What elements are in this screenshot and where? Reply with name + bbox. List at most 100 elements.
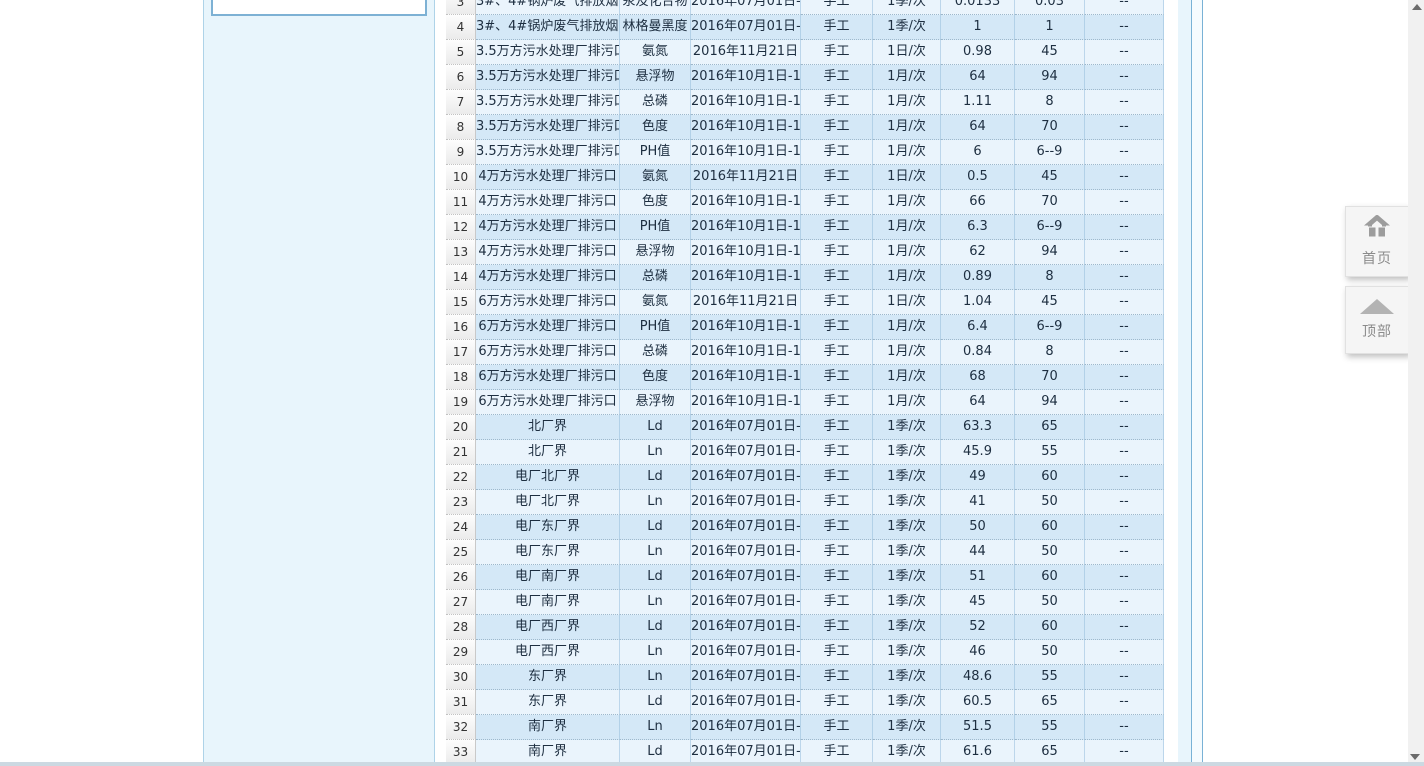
monitor-frequency-cell: 1季/次 bbox=[873, 540, 941, 565]
monitor-limit-cell: 6--9 bbox=[1015, 215, 1085, 240]
monitor-limit-cell: 94 bbox=[1015, 240, 1085, 265]
table-row: 6 3.5万方污水处理厂排污口 悬浮物 2016年10月1日-10月 手工 1月… bbox=[446, 65, 1164, 90]
monitor-method-cell: 手工 bbox=[801, 540, 873, 565]
monitor-method-cell: 手工 bbox=[801, 365, 873, 390]
monitor-note-cell: -- bbox=[1085, 515, 1164, 540]
monitor-value-cell: 6.4 bbox=[941, 315, 1015, 340]
monitor-point-cell: 3.5万方污水处理厂排污口 bbox=[476, 40, 620, 65]
monitor-value-cell: 62 bbox=[941, 240, 1015, 265]
monitor-point-cell: 北厂界 bbox=[476, 415, 620, 440]
monitor-limit-cell: 8 bbox=[1015, 90, 1085, 115]
monitor-limit-cell: 60 bbox=[1015, 465, 1085, 490]
table-row: 8 3.5万方污水处理厂排污口 色度 2016年10月1日-10月 手工 1月/… bbox=[446, 115, 1164, 140]
monitor-note-cell: -- bbox=[1085, 390, 1164, 415]
row-number-cell: 25 bbox=[446, 540, 476, 565]
monitor-item-cell: Ln bbox=[620, 590, 691, 615]
monitor-method-cell: 手工 bbox=[801, 240, 873, 265]
monitor-note-cell: -- bbox=[1085, 715, 1164, 740]
monitor-method-cell: 手工 bbox=[801, 415, 873, 440]
monitor-limit-cell: 60 bbox=[1015, 565, 1085, 590]
row-number-cell: 19 bbox=[446, 390, 476, 415]
monitor-frequency-cell: 1月/次 bbox=[873, 340, 941, 365]
monitor-note-cell: -- bbox=[1085, 315, 1164, 340]
monitor-point-cell: 6万方污水处理厂排污口 bbox=[476, 290, 620, 315]
monitor-point-cell: 4万方污水处理厂排污口 bbox=[476, 265, 620, 290]
monitor-item-cell: Ln bbox=[620, 440, 691, 465]
monitor-date-cell: 2016年10月1日-10月 bbox=[691, 90, 801, 115]
monitor-frequency-cell: 1月/次 bbox=[873, 240, 941, 265]
monitor-date-cell: 2016年07月01日-09 bbox=[691, 490, 801, 515]
row-number-cell: 12 bbox=[446, 215, 476, 240]
monitor-date-cell: 2016年11月21日 bbox=[691, 290, 801, 315]
table-row: 18 6万方污水处理厂排污口 色度 2016年10月1日-10月 手工 1月/次… bbox=[446, 365, 1164, 390]
monitor-date-cell: 2016年07月01日-09 bbox=[691, 15, 801, 40]
monitor-date-cell: 2016年07月01日-09 bbox=[691, 640, 801, 665]
monitor-method-cell: 手工 bbox=[801, 615, 873, 640]
table-row: 25 电厂东厂界 Ln 2016年07月01日-09 手工 1季/次 44 50… bbox=[446, 540, 1164, 565]
monitor-value-cell: 45.9 bbox=[941, 440, 1015, 465]
monitor-note-cell: -- bbox=[1085, 240, 1164, 265]
monitor-note-cell: -- bbox=[1085, 265, 1164, 290]
monitor-value-cell: 66 bbox=[941, 190, 1015, 215]
monitor-limit-cell: 60 bbox=[1015, 615, 1085, 640]
monitor-item-cell: 总磷 bbox=[620, 90, 691, 115]
scroll-down-arrow-icon[interactable] bbox=[1410, 754, 1420, 760]
monitor-frequency-cell: 1季/次 bbox=[873, 415, 941, 440]
monitor-item-cell: Ln bbox=[620, 490, 691, 515]
table-row: 9 3.5万方污水处理厂排污口 PH值 2016年10月1日-10月 手工 1月… bbox=[446, 140, 1164, 165]
monitor-point-cell: 3#、4#锅炉废气排放烟道 bbox=[476, 15, 620, 40]
monitor-point-cell: 4万方污水处理厂排污口 bbox=[476, 190, 620, 215]
monitor-point-cell: 电厂东厂界 bbox=[476, 540, 620, 565]
monitor-frequency-cell: 1季/次 bbox=[873, 640, 941, 665]
table-row: 28 电厂西厂界 Ld 2016年07月01日-09 手工 1季/次 52 60… bbox=[446, 615, 1164, 640]
table-row: 12 4万方污水处理厂排污口 PH值 2016年10月1日-10月 手工 1月/… bbox=[446, 215, 1164, 240]
monitor-frequency-cell: 1日/次 bbox=[873, 290, 941, 315]
monitor-note-cell: -- bbox=[1085, 15, 1164, 40]
top-button-label: 顶部 bbox=[1362, 321, 1392, 341]
monitor-value-cell: 1 bbox=[941, 15, 1015, 40]
monitor-frequency-cell: 1月/次 bbox=[873, 315, 941, 340]
monitor-method-cell: 手工 bbox=[801, 40, 873, 65]
monitor-value-cell: 50 bbox=[941, 515, 1015, 540]
monitor-value-cell: 0.0133 bbox=[941, 0, 1015, 15]
table-row: 32 南厂界 Ln 2016年07月01日-09 手工 1季/次 51.5 55… bbox=[446, 715, 1164, 740]
table-row: 26 电厂南厂界 Ld 2016年07月01日-09 手工 1季/次 51 60… bbox=[446, 565, 1164, 590]
monitor-limit-cell: 70 bbox=[1015, 365, 1085, 390]
back-to-top-button[interactable]: 顶部 bbox=[1345, 286, 1409, 354]
monitor-limit-cell: 70 bbox=[1015, 190, 1085, 215]
monitor-item-cell: 总磷 bbox=[620, 265, 691, 290]
monitor-note-cell: -- bbox=[1085, 215, 1164, 240]
row-number-cell: 3 bbox=[446, 0, 476, 15]
monitor-frequency-cell: 1月/次 bbox=[873, 365, 941, 390]
monitor-date-cell: 2016年07月01日-09 bbox=[691, 0, 801, 15]
monitor-method-cell: 手工 bbox=[801, 115, 873, 140]
monitor-note-cell: -- bbox=[1085, 465, 1164, 490]
monitor-frequency-cell: 1季/次 bbox=[873, 15, 941, 40]
monitor-value-cell: 6.3 bbox=[941, 215, 1015, 240]
monitor-value-cell: 0.89 bbox=[941, 265, 1015, 290]
monitor-point-cell: 电厂南厂界 bbox=[476, 590, 620, 615]
monitor-method-cell: 手工 bbox=[801, 190, 873, 215]
row-number-cell: 10 bbox=[446, 165, 476, 190]
right-border-line-outer bbox=[1202, 0, 1203, 762]
monitor-date-cell: 2016年07月01日-09 bbox=[691, 665, 801, 690]
scroll-up-arrow-icon[interactable] bbox=[1412, 4, 1422, 10]
monitor-note-cell: -- bbox=[1085, 690, 1164, 715]
monitor-value-cell: 49 bbox=[941, 465, 1015, 490]
monitor-item-cell: PH值 bbox=[620, 215, 691, 240]
vertical-scrollbar[interactable] bbox=[1408, 0, 1424, 766]
row-number-cell: 32 bbox=[446, 715, 476, 740]
table-row: 17 6万方污水处理厂排污口 总磷 2016年10月1日-10月 手工 1月/次… bbox=[446, 340, 1164, 365]
table-row: 11 4万方污水处理厂排污口 色度 2016年10月1日-10月 手工 1月/次… bbox=[446, 190, 1164, 215]
monitor-limit-cell: 50 bbox=[1015, 540, 1085, 565]
monitor-value-cell: 68 bbox=[941, 365, 1015, 390]
row-number-cell: 16 bbox=[446, 315, 476, 340]
row-number-cell: 8 bbox=[446, 115, 476, 140]
monitor-limit-cell: 6--9 bbox=[1015, 140, 1085, 165]
home-button[interactable]: 首页 bbox=[1345, 206, 1409, 277]
monitor-limit-cell: 8 bbox=[1015, 340, 1085, 365]
monitor-value-cell: 51 bbox=[941, 565, 1015, 590]
monitor-limit-cell: 1 bbox=[1015, 15, 1085, 40]
monitor-date-cell: 2016年10月1日-10月 bbox=[691, 65, 801, 90]
monitor-item-cell: Ld bbox=[620, 690, 691, 715]
